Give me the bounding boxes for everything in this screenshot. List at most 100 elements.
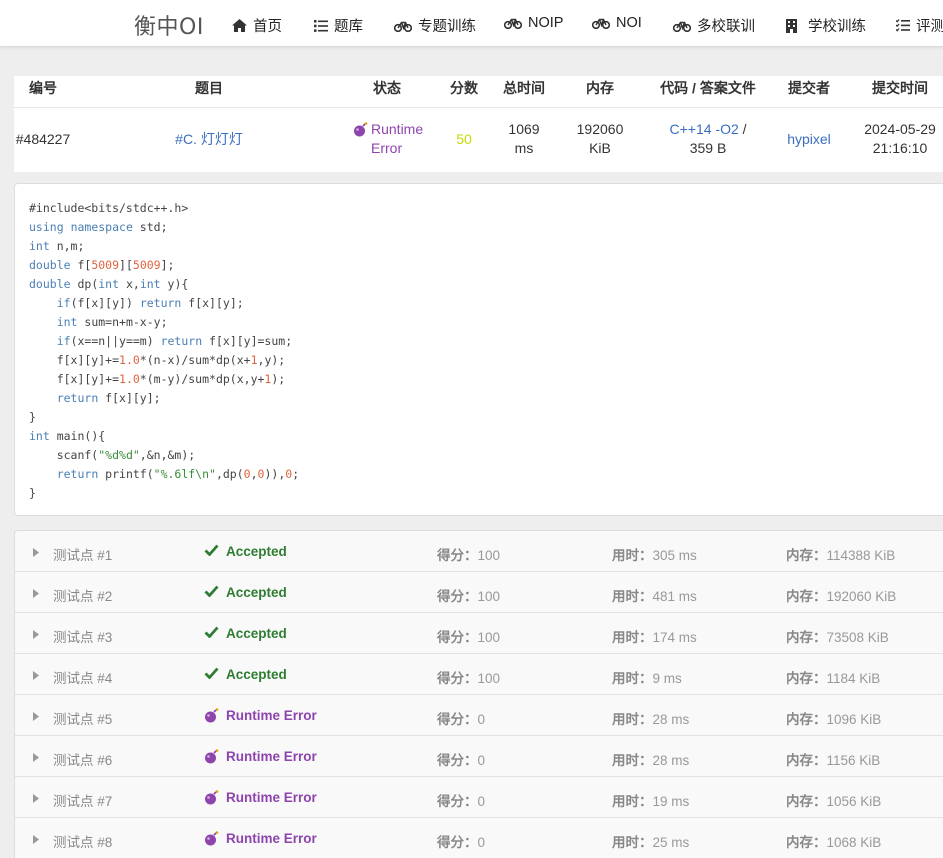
status-bomb-icon — [353, 122, 368, 142]
test-case-time: 用时：28 ms — [612, 749, 689, 769]
submission-id[interactable]: #484227 — [16, 130, 71, 149]
header-submit-time: 提交时间 — [872, 80, 928, 96]
language-link[interactable]: C++14 -O2 — [669, 121, 738, 137]
test-case-row[interactable]: 测试点 #7 Runtime Error 得分：0 用时：19 ms 内存：1056 K… — [15, 777, 943, 818]
test-case-memory: 内存：1056 KiB — [786, 790, 881, 810]
header-divider — [14, 107, 943, 108]
test-case-score: 得分：0 — [437, 790, 485, 810]
test-case-row[interactable]: 测试点 #2 Accepted 得分：100 用时：481 ms 内存：192060 K… — [15, 572, 943, 613]
nav-judge[interactable]: 评测 — [896, 15, 943, 36]
nav-multi-school-label: 多校联训 — [697, 19, 755, 35]
home-icon — [232, 19, 247, 32]
test-case-name: 测试点 #4 — [53, 671, 113, 686]
bicycle-icon — [673, 21, 691, 32]
test-case-name: 测试点 #1 — [53, 548, 113, 563]
expand-caret-icon[interactable] — [33, 627, 39, 642]
test-case-memory: 内存：1068 KiB — [786, 831, 881, 851]
score-label: 得分： — [437, 671, 478, 686]
problem-link[interactable]: #C. 灯灯灯 — [175, 130, 243, 149]
check-icon — [204, 585, 219, 600]
time-value: 19 ms — [652, 794, 690, 809]
source-code-panel[interactable]: #include<bits/stdc++.h> using namespace … — [14, 183, 943, 516]
nav-noi-label: NOI — [616, 15, 642, 31]
site-brand[interactable]: 衡中OI — [134, 9, 204, 41]
score-value: 100 — [477, 548, 501, 563]
test-case-memory: 内存：1156 KiB — [786, 749, 880, 769]
expand-caret-icon[interactable] — [33, 586, 39, 601]
nav-judge-label: 评测 — [916, 19, 943, 35]
nav-school-training[interactable]: 学校训练 — [786, 15, 866, 36]
expand-caret-icon[interactable] — [33, 709, 39, 724]
score-label: 得分： — [437, 835, 478, 850]
memory-label: 内存： — [786, 671, 827, 686]
time-label: 用时： — [612, 712, 653, 727]
bicycle-icon — [592, 18, 610, 29]
test-case-row[interactable]: 测试点 #8 Runtime Error 得分：0 用时：25 ms 内存：1068 K… — [15, 818, 943, 858]
test-case-time: 用时：174 ms — [612, 626, 697, 646]
submission-status[interactable]: Runtime Error — [371, 120, 423, 158]
test-case-score: 得分：100 — [437, 667, 500, 687]
test-case-row[interactable]: 测试点 #4 Accepted 得分：100 用时：9 ms 内存：1184 KiB — [15, 654, 943, 695]
header-total-time: 总时间 — [503, 80, 545, 96]
bomb-icon — [204, 790, 219, 808]
test-case-score: 得分：0 — [437, 749, 485, 769]
test-case-row[interactable]: 测试点 #1 Accepted 得分：100 用时：305 ms 内存：114388 K… — [15, 531, 943, 572]
expand-caret-icon[interactable] — [33, 545, 39, 560]
time-value: 28 ms — [652, 753, 690, 768]
test-case-time: 用时：305 ms — [612, 544, 697, 564]
building-icon — [786, 18, 797, 33]
bomb-icon — [204, 708, 219, 726]
submission-summary-table: 编号 题目 状态 分数 总时间 内存 代码 / 答案文件 提交者 提交时间 #4… — [14, 76, 943, 172]
nav-noip[interactable]: NOIP — [504, 15, 563, 31]
time-value: 28 ms — [652, 712, 690, 727]
nav-problems[interactable]: 题库 — [314, 15, 363, 36]
submission-total-time: 1069 ms — [508, 121, 540, 156]
nav-noip-label: NOIP — [528, 15, 564, 31]
expand-caret-icon[interactable] — [33, 668, 39, 683]
time-label: 用时： — [612, 671, 653, 686]
nav-home-label: 首页 — [253, 19, 282, 35]
nav-topic-training-label: 专题训练 — [418, 19, 476, 35]
time-label: 用时： — [612, 589, 653, 604]
header-memory: 内存 — [586, 80, 614, 96]
header-score: 分数 — [450, 80, 478, 96]
test-case-row[interactable]: 测试点 #5 Runtime Error 得分：0 用时：28 ms 内存：1096 K… — [15, 695, 943, 736]
score-label: 得分： — [437, 548, 478, 563]
memory-label: 内存： — [786, 753, 827, 768]
time-value: 25 ms — [652, 835, 690, 850]
header-id: 编号 — [29, 80, 57, 96]
score-value: 0 — [477, 794, 486, 809]
memory-label: 内存： — [786, 835, 827, 850]
test-case-score: 得分：100 — [437, 626, 500, 646]
nav-topic-training[interactable]: 专题训练 — [394, 15, 476, 36]
header-status: 状态 — [373, 80, 401, 96]
memory-value: 1056 KiB — [826, 794, 882, 809]
submitter-link[interactable]: hypixel — [787, 130, 831, 149]
nav-noi[interactable]: NOI — [592, 15, 642, 31]
test-case-score: 得分：0 — [437, 708, 485, 728]
expand-caret-icon[interactable] — [33, 750, 39, 765]
test-case-time: 用时：9 ms — [612, 667, 682, 687]
bomb-icon — [204, 831, 219, 849]
test-case-memory: 内存：114388 KiB — [786, 544, 895, 564]
expand-caret-icon[interactable] — [33, 832, 39, 847]
expand-caret-icon[interactable] — [33, 791, 39, 806]
memory-value: 192060 KiB — [826, 589, 897, 604]
memory-label: 内存： — [786, 794, 827, 809]
nav-multi-school[interactable]: 多校联训 — [673, 15, 755, 36]
submission-memory: 192060 KiB — [576, 121, 624, 156]
score-value: 0 — [477, 712, 486, 727]
test-case-status: Accepted — [226, 626, 287, 641]
score-label: 得分： — [437, 712, 478, 727]
time-value: 481 ms — [652, 589, 697, 604]
source-code[interactable]: #include<bits/stdc++.h> using namespace … — [29, 199, 299, 503]
check-icon — [204, 667, 219, 682]
score-label: 得分： — [437, 589, 478, 604]
time-label: 用时： — [612, 753, 653, 768]
test-case-row[interactable]: 测试点 #3 Accepted 得分：100 用时：174 ms 内存：73508 Ki… — [15, 613, 943, 654]
header-problem: 题目 — [195, 80, 223, 96]
check-icon — [204, 626, 219, 641]
test-case-row[interactable]: 测试点 #6 Runtime Error 得分：0 用时：28 ms 内存：1156 K… — [15, 736, 943, 777]
nav-home[interactable]: 首页 — [232, 15, 282, 36]
test-case-name: 测试点 #5 — [53, 712, 113, 727]
